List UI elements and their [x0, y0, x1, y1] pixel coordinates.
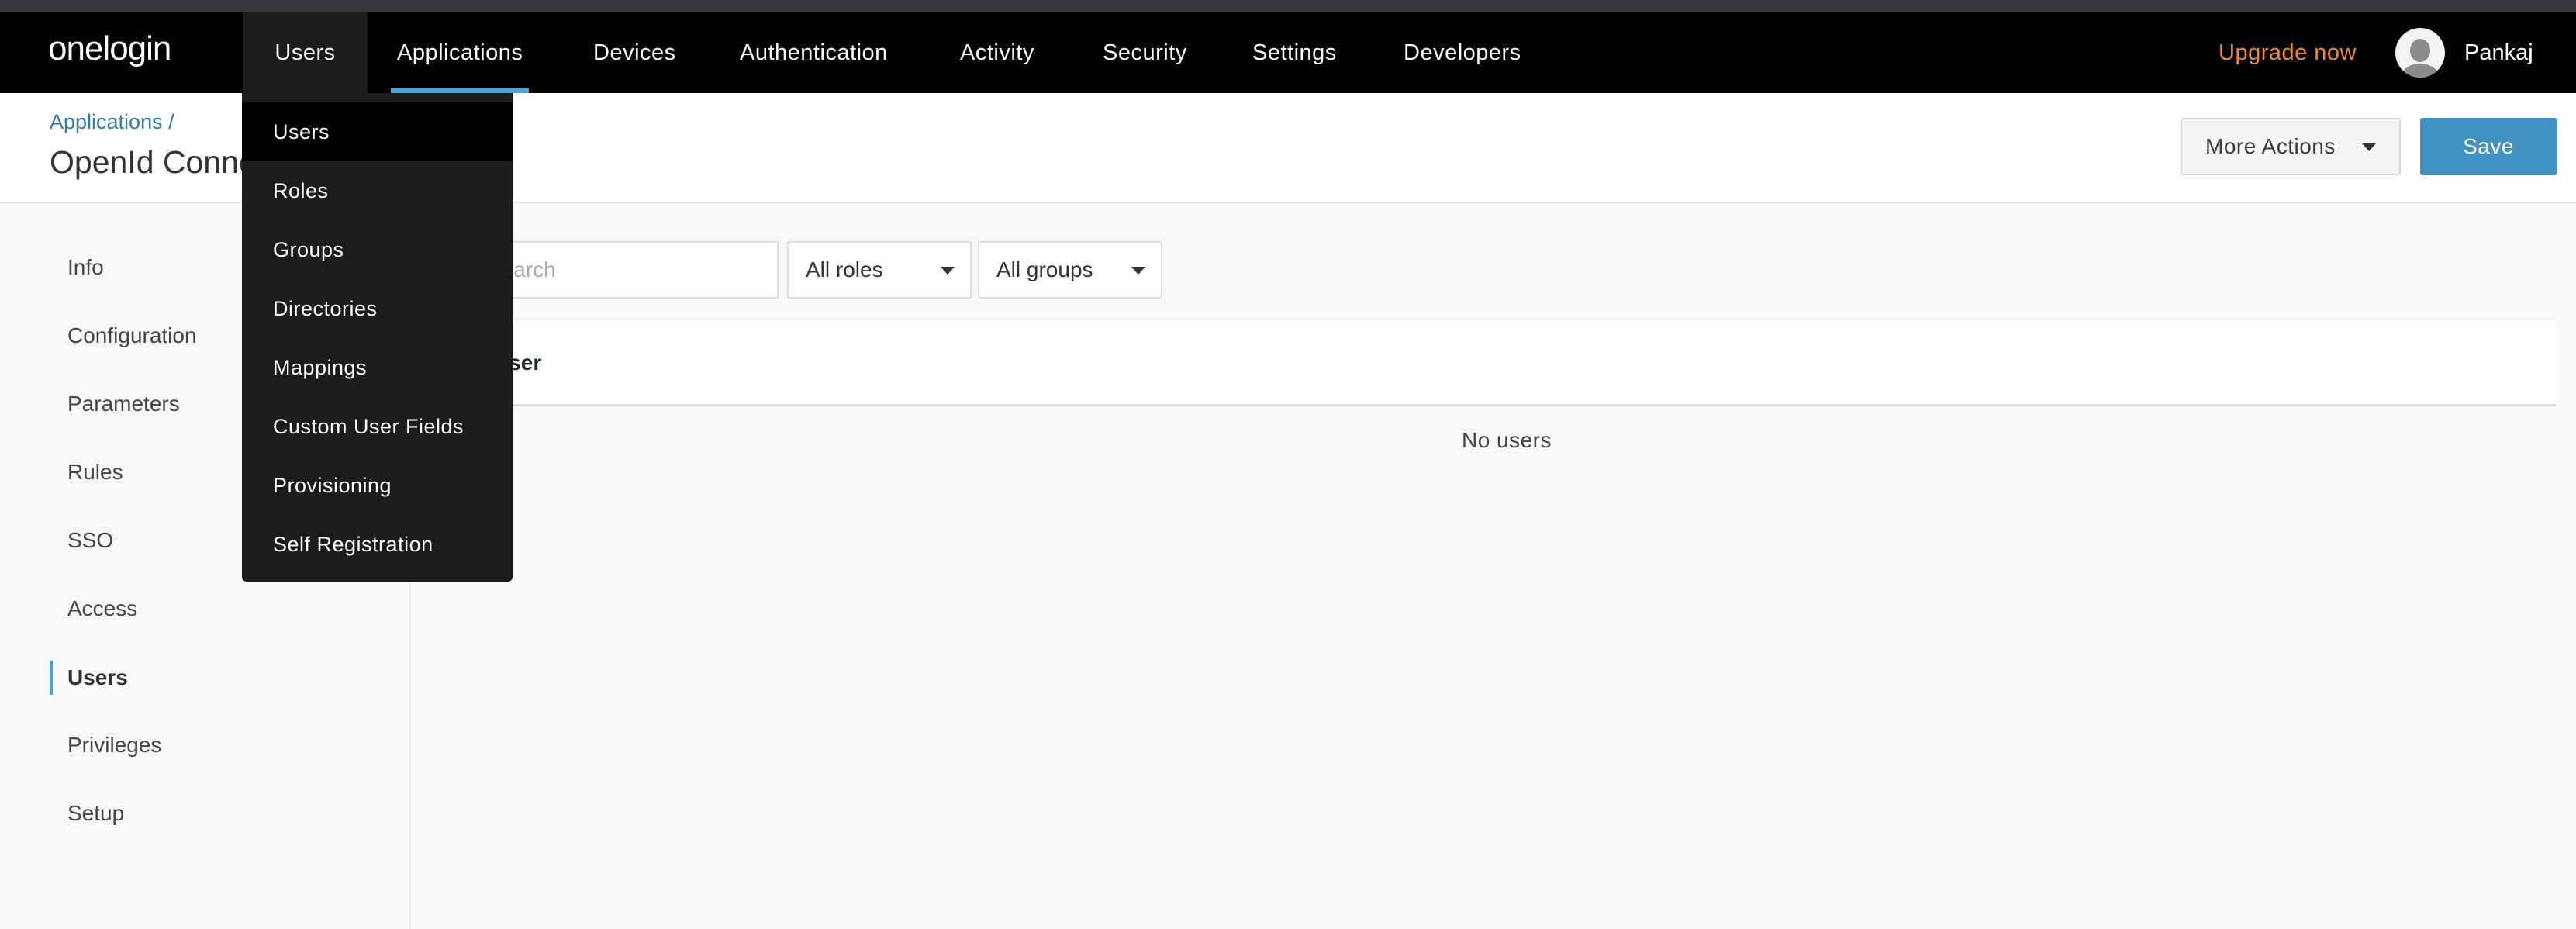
- menu-item-mappings[interactable]: Mappings: [242, 338, 513, 397]
- upgrade-now-link[interactable]: Upgrade now: [2219, 12, 2357, 93]
- empty-state: No users: [1461, 428, 1552, 452]
- sidebar-item-access[interactable]: Access: [0, 575, 409, 643]
- nav-security[interactable]: Security: [1103, 12, 1187, 93]
- menu-item-custom-user-fields[interactable]: Custom User Fields: [242, 397, 513, 456]
- avatar-icon[interactable]: [2395, 28, 2445, 78]
- menu-item-self-registration[interactable]: Self Registration: [242, 515, 513, 574]
- groups-select[interactable]: All groups: [978, 241, 1162, 299]
- sidebar-item-setup[interactable]: Setup: [0, 779, 409, 848]
- users-dropdown-menu: Users Roles Groups Directories Mappings …: [242, 93, 513, 582]
- sidebar-item-privileges[interactable]: Privileges: [0, 711, 409, 779]
- nav-applications-label: Applications: [397, 40, 523, 65]
- window-top-strip: [0, 0, 2576, 12]
- nav-applications[interactable]: Applications: [391, 12, 530, 93]
- more-actions-label: More Actions: [2205, 134, 2336, 158]
- more-actions-button[interactable]: More Actions: [2181, 118, 2401, 175]
- save-button[interactable]: Save: [2420, 118, 2557, 175]
- table-header-user[interactable]: User: [458, 319, 2556, 406]
- nav-devices[interactable]: Devices: [593, 12, 676, 93]
- nav-authentication[interactable]: Authentication: [740, 12, 888, 93]
- menu-item-directories[interactable]: Directories: [242, 279, 513, 338]
- roles-select[interactable]: All roles: [787, 241, 972, 299]
- nav-developers[interactable]: Developers: [1404, 12, 1521, 93]
- groups-select-value: All groups: [996, 257, 1093, 281]
- roles-select-value: All roles: [806, 257, 883, 281]
- nav-users[interactable]: Users: [243, 12, 368, 93]
- breadcrumb[interactable]: Applications /: [50, 110, 174, 134]
- caret-down-icon: [2362, 143, 2376, 151]
- sidebar-item-users[interactable]: Users: [0, 644, 409, 712]
- menu-item-provisioning[interactable]: Provisioning: [242, 456, 513, 515]
- top-nav: onelogin Users Applications Devices Auth…: [0, 12, 2576, 93]
- menu-item-users[interactable]: Users: [242, 102, 513, 161]
- active-indicator: [50, 661, 53, 695]
- menu-item-groups[interactable]: Groups: [242, 220, 513, 279]
- caret-down-icon: [1131, 267, 1145, 275]
- sidebar-item-users-label: Users: [67, 665, 128, 689]
- nav-activity[interactable]: Activity: [960, 12, 1034, 93]
- nav-settings[interactable]: Settings: [1252, 12, 1337, 93]
- user-name[interactable]: Pankaj: [2464, 12, 2533, 93]
- onelogin-logo[interactable]: onelogin: [48, 29, 171, 68]
- menu-item-roles[interactable]: Roles: [242, 161, 513, 220]
- caret-down-icon: [941, 267, 955, 275]
